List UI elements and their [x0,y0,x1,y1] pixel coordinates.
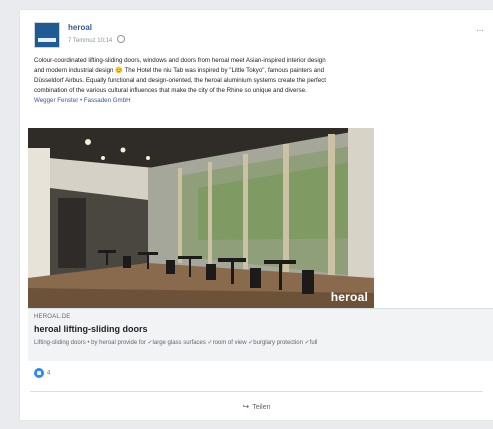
post-header: heroal 7 Temmuz 10:14 … [34,22,484,50]
page-avatar[interactable] [34,22,60,48]
post-text: Colour-coordinated lifting-sliding doors… [34,56,484,106]
post-meta: 7 Temmuz 10:14 [68,35,125,44]
share-icon: ↪ [242,402,250,411]
reaction-count: 4 [47,370,51,377]
action-divider [30,391,483,392]
link-description: Lifting-sliding doors • by heroal provid… [34,340,318,346]
action-bar: ↪ Teilen [20,396,493,414]
share-label: Teilen [252,404,271,411]
like-reaction-icon [34,368,44,378]
post-text-line: Düsseldorf Airbus. Equally functional an… [34,77,326,84]
page-name-link[interactable]: heroal [68,23,92,32]
post-tags-link[interactable]: Wegger Fenster • Fassaden GmbH [34,96,484,106]
share-button[interactable]: ↪ Teilen [235,398,279,417]
reaction-summary[interactable]: 4 [34,368,50,380]
post-timestamp[interactable]: 7 Temmuz 10:14 [68,38,112,44]
link-title[interactable]: heroal lifting-sliding doors [34,324,148,334]
globe-icon [116,35,125,43]
post-text-line: and modern industrial design 😊 The Hotel… [34,67,325,74]
post-card: heroal 7 Temmuz 10:14 … Colour-coordinat… [20,10,493,420]
post-image[interactable]: heroal [28,128,374,308]
cafe-interior-illustration [28,128,374,308]
post-text-line: Colour-coordinated lifting-sliding doors… [34,57,326,64]
post-text-line: combination of the various cultural infl… [34,87,307,94]
link-domain: HEROAL.DE [34,314,71,320]
image-watermark: heroal [330,290,368,304]
more-options-button[interactable]: … [476,24,484,33]
link-preview[interactable]: HEROAL.DE heroal lifting-sliding doors L… [28,308,493,361]
